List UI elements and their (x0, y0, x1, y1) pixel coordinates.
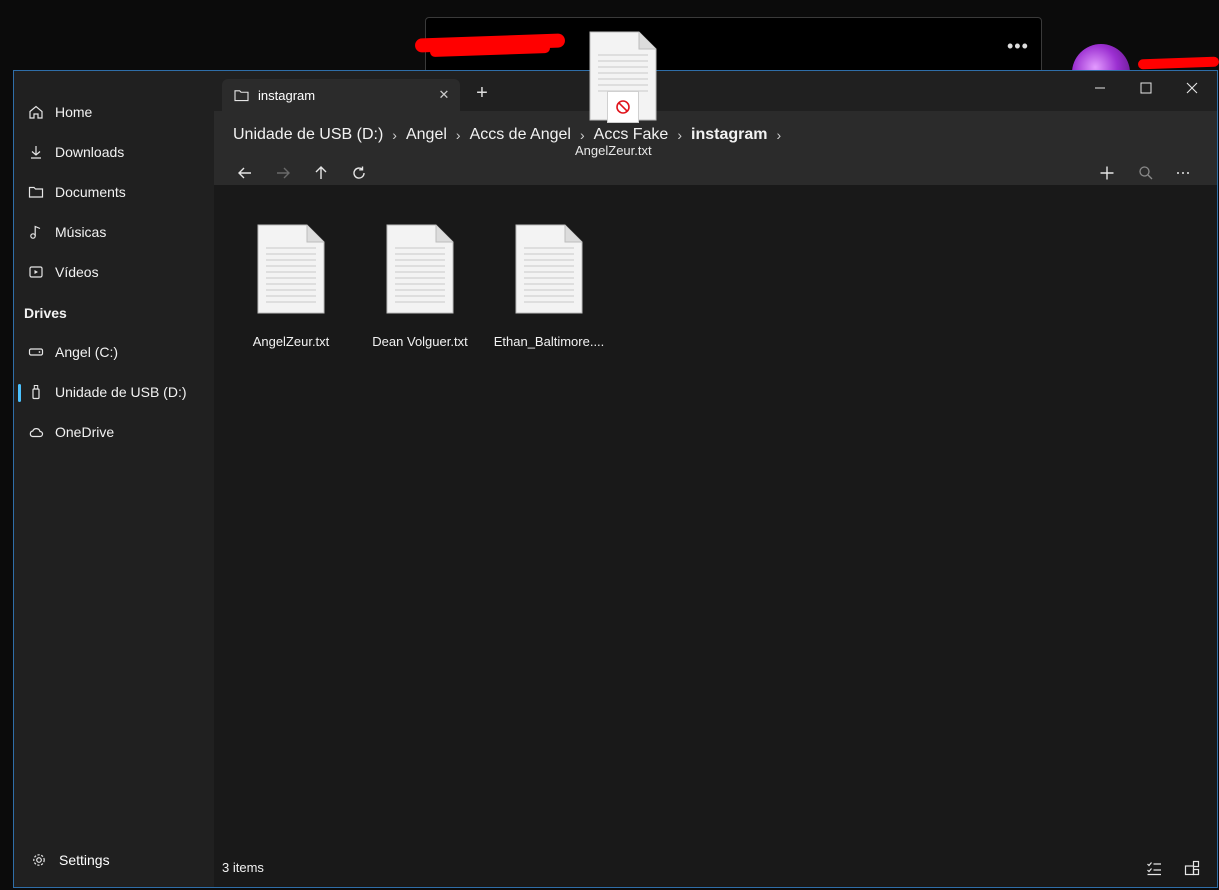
chevron-right-icon[interactable]: › (776, 127, 781, 143)
sidebar-item-label: Downloads (55, 144, 125, 160)
tab-title: instagram (258, 87, 316, 103)
sidebar-item-downloads[interactable]: Downloads (14, 135, 214, 169)
file-item[interactable]: AngelZeur.txt (231, 221, 351, 361)
sidebar-item-label: Músicas (55, 224, 107, 240)
cloud-icon (26, 422, 46, 442)
layout-icon (1184, 860, 1200, 876)
sidebar-item-drive-c[interactable]: Angel (C:) (14, 335, 214, 369)
refresh-button[interactable] (345, 159, 373, 187)
sidebar-item-label: Angel (C:) (55, 344, 119, 360)
folder-icon (26, 182, 46, 202)
sidebar-item-onedrive[interactable]: OneDrive (14, 415, 214, 449)
drives-section-title: Drives (24, 305, 67, 321)
content-pane: instagram ✕ + Unidade de USB (D:) › Ange… (214, 71, 1217, 887)
file-explorer-window: Home Downloads Documents Músicas Vídeos (13, 70, 1218, 888)
search-button[interactable] (1132, 159, 1160, 187)
chevron-right-icon: › (579, 127, 585, 143)
home-icon (26, 102, 46, 122)
chevron-right-icon: › (455, 127, 461, 143)
file-item[interactable]: Dean Volguer.txt (360, 221, 480, 361)
file-name: Ethan_Baltimore.... (493, 334, 605, 349)
folder-icon (234, 89, 249, 102)
background-more-icon[interactable]: ••• (1007, 36, 1029, 57)
drag-ghost-label: AngelZeur.txt (575, 143, 652, 158)
breadcrumb: Unidade de USB (D:) › Angel › Accs de An… (233, 126, 790, 144)
more-icon (1177, 172, 1189, 174)
sidebar-item-label: Home (55, 104, 93, 120)
text-file-icon (386, 224, 454, 314)
minimize-button[interactable] (1077, 77, 1123, 99)
sidebar-item-label: OneDrive (55, 424, 115, 440)
close-tab-icon[interactable]: ✕ (434, 85, 454, 105)
sidebar-item-documents[interactable]: Documents (14, 175, 214, 209)
sidebar-item-label: Unidade de USB (D:) (55, 384, 187, 400)
breadcrumb-item[interactable]: Unidade de USB (D:) (233, 126, 383, 144)
settings-button[interactable]: Settings (14, 843, 214, 877)
plus-icon (1100, 166, 1114, 180)
more-options-button[interactable] (1169, 159, 1197, 187)
sidebar-item-usb-d[interactable]: Unidade de USB (D:) (14, 375, 214, 409)
new-tab-button[interactable]: + (472, 82, 492, 104)
forward-button[interactable] (269, 159, 297, 187)
sidebar-item-label: Vídeos (55, 264, 99, 280)
gear-icon (31, 851, 49, 869)
sidebar-item-musicas[interactable]: Músicas (14, 215, 214, 249)
maximize-button[interactable] (1123, 77, 1169, 99)
close-window-button[interactable] (1169, 77, 1215, 99)
file-item[interactable]: Ethan_Baltimore.... (489, 221, 609, 361)
chevron-right-icon: › (392, 127, 397, 143)
file-name: Dean Volguer.txt (372, 334, 468, 349)
file-name: AngelZeur.txt (252, 334, 330, 349)
drag-ghost (589, 31, 659, 151)
tab-instagram[interactable]: instagram ✕ (222, 79, 460, 111)
up-button[interactable] (307, 159, 335, 187)
sidebar-item-label: Documents (55, 184, 126, 200)
text-file-icon (257, 224, 325, 314)
text-file-icon (515, 224, 583, 314)
refresh-icon (353, 166, 365, 179)
arrow-left-icon (238, 167, 251, 179)
breadcrumb-item[interactable]: Angel (406, 126, 447, 144)
layout-view-button[interactable] (1181, 857, 1203, 879)
video-icon (26, 262, 46, 282)
settings-label: Settings (59, 852, 110, 868)
music-icon (26, 222, 46, 242)
download-icon (26, 142, 46, 162)
breadcrumb-item[interactable]: Accs de Angel (470, 126, 571, 144)
tab-bar: instagram ✕ + (214, 71, 1217, 111)
sidebar: Home Downloads Documents Músicas Vídeos (14, 71, 214, 887)
usb-icon (26, 382, 46, 402)
new-item-button[interactable] (1093, 159, 1121, 187)
arrow-right-icon (277, 167, 290, 179)
sidebar-item-home[interactable]: Home (14, 95, 214, 129)
status-item-count: 3 items (222, 860, 264, 875)
sidebar-item-videos[interactable]: Vídeos (14, 255, 214, 289)
back-button[interactable] (231, 159, 259, 187)
arrow-up-icon (315, 166, 327, 179)
details-view-button[interactable] (1143, 857, 1165, 879)
redaction-scribble (1137, 56, 1219, 70)
drive-icon (26, 342, 46, 362)
search-icon (1139, 166, 1153, 180)
no-drop-icon (607, 91, 639, 123)
list-check-icon (1147, 862, 1161, 876)
chevron-right-icon: › (677, 127, 682, 143)
breadcrumb-current[interactable]: instagram (691, 126, 767, 144)
